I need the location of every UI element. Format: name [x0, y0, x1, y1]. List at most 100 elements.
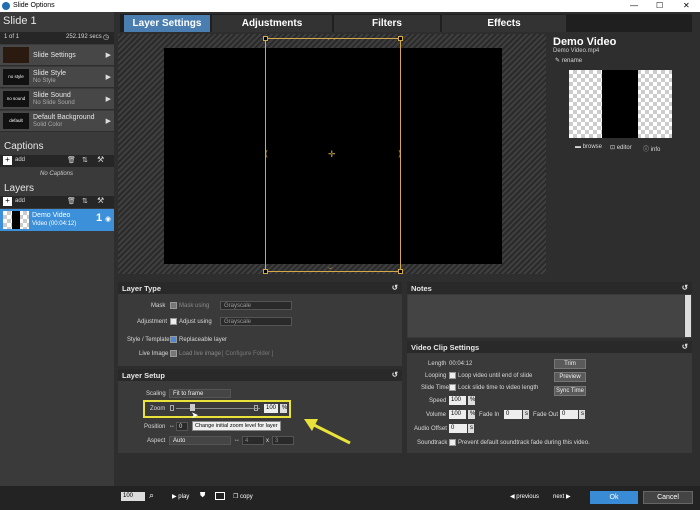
slide-thumbnail — [3, 47, 29, 63]
speed-input[interactable]: 100 — [449, 396, 466, 405]
live-image-check-label: Load live image — [179, 351, 222, 357]
chevron-right-icon: ▶ — [105, 74, 111, 81]
layer-bounding-box[interactable]: ⌒ ⌣ ( ) ✛ — [263, 36, 403, 274]
layer-row[interactable]: Demo Video Video (00:04:12) 1 ◉ — [0, 209, 114, 231]
configure-folder-link[interactable]: [ Configure Folder ] — [222, 351, 273, 357]
volume-label: Volume — [426, 412, 447, 418]
style-thumbnail: no style — [3, 69, 29, 85]
resize-handle[interactable] — [263, 269, 268, 274]
move-updown-icon[interactable]: ⇅ — [82, 197, 88, 205]
trim-button[interactable]: Trim — [554, 359, 586, 369]
soundtrack-label: Soundtrack — [417, 440, 448, 446]
close-button[interactable]: ✕ — [683, 1, 690, 10]
fade-out-input[interactable]: 0 — [560, 410, 578, 419]
magnifier-icon[interactable]: ⌕ — [149, 490, 154, 501]
rename-link[interactable]: ✎ rename — [555, 57, 582, 64]
scaling-select[interactable]: Fit to frame — [169, 389, 231, 398]
reset-icon[interactable]: ↺ — [392, 283, 398, 292]
resize-handle[interactable] — [263, 36, 268, 41]
shield-icon[interactable]: ⛊ — [200, 492, 205, 500]
add-caption-icon[interactable]: + — [3, 156, 12, 165]
info-button[interactable]: ⓘ info — [643, 144, 660, 153]
previous-button[interactable]: ◀ previous — [510, 493, 539, 500]
notes-textarea[interactable] — [408, 295, 684, 337]
copy-icon: ❐ — [233, 494, 241, 500]
sidebar-item-default-background[interactable]: default Default Background Solid Color ▶ — [0, 111, 114, 132]
slide-counter: 1 of 1 — [4, 34, 20, 40]
move-updown-icon[interactable]: ⇅ — [82, 156, 88, 164]
center-crosshair-icon[interactable]: ✛ — [328, 149, 336, 160]
tools-icon[interactable]: ⚒ — [97, 196, 104, 205]
aspect-height-input[interactable]: 3 — [272, 436, 294, 445]
preview-zoom-input[interactable]: 100 — [121, 492, 145, 501]
adjustment-checkbox[interactable] — [170, 318, 177, 325]
left-handle[interactable]: ( — [265, 149, 268, 158]
browse-button[interactable]: ▬ browse — [575, 144, 602, 150]
replaceable-layer-checkbox[interactable] — [170, 336, 177, 343]
notes-heading: Notes — [411, 284, 432, 293]
mask-check-label: Mask using — [179, 303, 210, 309]
minimize-button[interactable]: — — [630, 1, 638, 10]
adjustment-label: Adjustment — [137, 319, 168, 325]
trash-icon[interactable]: 🗑 — [67, 156, 76, 164]
zoom-input[interactable]: 100 — [264, 404, 278, 413]
eye-icon[interactable]: ◉ — [105, 215, 111, 223]
tools-icon[interactable]: ⚒ — [97, 155, 104, 164]
trash-icon[interactable]: 🗑 — [67, 197, 76, 205]
looping-checkbox[interactable] — [449, 372, 456, 379]
notes-scrollbar[interactable] — [685, 295, 691, 337]
add-layer-icon[interactable]: + — [3, 197, 12, 206]
tab-effects[interactable]: Effects — [442, 15, 566, 32]
sidebar-item-slide-style[interactable]: no style Slide Style No Style ▶ — [0, 67, 114, 88]
mask-checkbox[interactable] — [170, 302, 177, 309]
bottom-handle[interactable]: ⌣ — [328, 265, 333, 273]
next-button[interactable]: next ▶ — [553, 493, 571, 500]
position-x-input[interactable]: 0 — [176, 422, 188, 431]
ok-button[interactable]: Ok — [590, 491, 638, 504]
maximize-button[interactable]: ☐ — [656, 1, 663, 10]
zoom-slider-track[interactable] — [176, 408, 260, 409]
reset-icon[interactable]: ↺ — [682, 342, 688, 351]
play-button[interactable]: ▶ play — [172, 493, 189, 500]
tab-layer-settings[interactable]: Layer Settings — [124, 15, 210, 32]
aspect-width-input[interactable]: 4 — [242, 436, 264, 445]
copy-label: copy — [240, 494, 253, 500]
editor-icon: ⊡ — [610, 145, 617, 151]
aspect-x-separator: x — [266, 438, 269, 444]
clock-icon[interactable]: ◷ — [103, 33, 109, 41]
sync-time-button[interactable]: Sync Time — [554, 386, 586, 396]
sidebar-item-slide-settings[interactable]: Slide Settings ▶ — [0, 45, 114, 66]
soundtrack-checkbox[interactable] — [449, 439, 456, 446]
reset-icon[interactable]: ↺ — [392, 370, 398, 379]
layer-setup-heading: Layer Setup — [122, 371, 165, 380]
volume-input[interactable]: 100 — [449, 410, 466, 419]
mask-select[interactable]: Grayscale — [220, 301, 292, 310]
add-layer-button[interactable]: add — [15, 198, 25, 204]
editor-button[interactable]: ⊡ editor — [610, 144, 632, 151]
sidebar-item-slide-sound[interactable]: no sound Slide Sound No Slide Sound ▶ — [0, 89, 114, 110]
volume-unit: % — [468, 410, 476, 419]
copy-button[interactable]: ❐ copy — [233, 493, 253, 500]
tab-adjustments[interactable]: Adjustments — [212, 15, 332, 32]
adjustment-select[interactable]: Grayscale — [220, 317, 292, 326]
cancel-button[interactable]: Cancel — [643, 491, 693, 504]
add-caption-button[interactable]: add — [15, 157, 25, 163]
slide-time-checkbox[interactable] — [449, 384, 456, 391]
aspect-select[interactable]: Auto — [169, 436, 231, 445]
fade-in-input[interactable]: 0 — [504, 410, 522, 419]
resize-handle[interactable] — [398, 36, 403, 41]
preview-button[interactable]: Preview — [554, 372, 586, 382]
slide-preview[interactable]: ⌒ ⌣ ( ) ✛ — [118, 34, 546, 274]
slide-time-label: Slide Time — [421, 385, 450, 391]
reset-icon[interactable]: ↺ — [682, 283, 688, 292]
frame-icon[interactable] — [215, 492, 225, 500]
resize-handle[interactable] — [398, 269, 403, 274]
right-handle[interactable]: ) — [398, 149, 401, 158]
folder-icon: ▬ — [575, 144, 583, 150]
audio-offset-input[interactable]: 0 — [449, 424, 467, 433]
tab-filters[interactable]: Filters — [334, 15, 440, 32]
replaceable-layer-label: Replaceable layer — [179, 337, 228, 343]
live-image-checkbox[interactable] — [170, 350, 177, 357]
layer-number: 1 — [96, 212, 103, 224]
top-handle[interactable]: ⌒ — [328, 37, 335, 47]
